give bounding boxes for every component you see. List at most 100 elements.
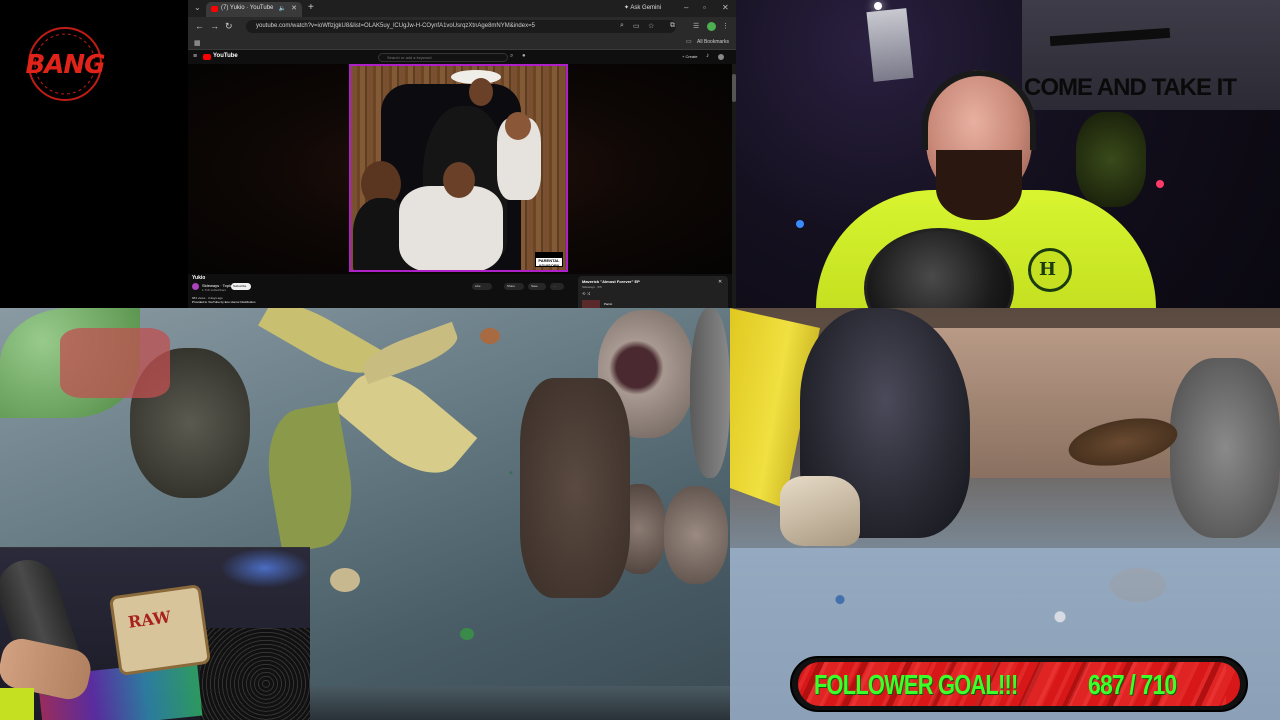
new-tab-icon[interactable]: + xyxy=(308,2,314,13)
cast-icon[interactable]: ▭ xyxy=(633,22,640,30)
video-title: Yukio xyxy=(192,275,206,281)
plant-leaf-2 xyxy=(332,354,478,492)
party-light-red xyxy=(1156,180,1164,188)
zoom-icon[interactable]: ⌕ xyxy=(620,22,624,30)
ask-gemini-label: Ask Gemini xyxy=(630,5,662,11)
kebab-menu-icon[interactable]: ⋮ xyxy=(722,22,729,30)
rock-pile xyxy=(1170,358,1280,538)
bang-logo: BANG xyxy=(22,24,108,104)
browser-window: ⌄ (7) Yukio · YouTube 🔈 ✕ + ✦ Ask Gemini… xyxy=(188,0,736,308)
browser-toolbar: ← → ↻ youtube.com/watch?v=ioWflzjgkU8&li… xyxy=(188,17,736,36)
apps-grid-icon[interactable]: ▦ xyxy=(194,39,201,47)
cover-face-baby xyxy=(505,112,531,140)
share-label: Share xyxy=(507,284,516,288)
youtube-search-input[interactable]: Search or add a keyword xyxy=(378,53,508,62)
shirt-logo-mark: H xyxy=(1039,259,1057,280)
rgb-glow xyxy=(220,548,310,588)
headset xyxy=(922,70,1036,150)
playlist-item-title[interactable]: Parrot xyxy=(604,302,612,306)
bookmarks-bar: ▦ ▭ All Bookmarks xyxy=(188,36,736,50)
video-info-panel: Yukio Sideways · Topic 1.71K subscribers… xyxy=(188,274,576,308)
youtube-header: ≡ YouTube Search or add a keyword ⌕ ● + … xyxy=(188,51,736,64)
search-placeholder: Search or add a keyword xyxy=(387,55,432,60)
cover-face-adult xyxy=(469,78,493,106)
save-label: Save xyxy=(531,284,538,288)
forward-icon[interactable]: → xyxy=(210,21,219,31)
address-bar[interactable]: youtube.com/watch?v=ioWflzjgkU8&list=OLA… xyxy=(246,20,676,33)
back-icon[interactable]: ← xyxy=(195,21,204,31)
tab-bar: ⌄ (7) Yukio · YouTube 🔈 ✕ + ✦ Ask Gemini… xyxy=(188,0,736,17)
cover-white-suit-child xyxy=(399,186,503,270)
microphone-icon[interactable]: ● xyxy=(522,53,526,59)
video-description[interactable]: Provided to YouTube by Eco Humor Distrib… xyxy=(192,300,255,304)
rolling-tray xyxy=(108,583,212,677)
plant-leaf-3 xyxy=(258,402,362,554)
account-avatar[interactable] xyxy=(718,54,724,60)
flag-banner xyxy=(866,8,914,82)
youtube-logo-text[interactable]: YouTube xyxy=(213,53,238,59)
like-button[interactable]: Like xyxy=(472,283,492,290)
close-window-icon[interactable]: ✕ xyxy=(722,3,729,12)
youtube-logo-icon[interactable] xyxy=(203,54,211,60)
loop-shuffle-icon[interactable]: ⟲ ⤨ xyxy=(582,291,590,296)
extensions-icon[interactable]: ⧉ xyxy=(670,22,675,30)
gravel-orange xyxy=(480,328,500,344)
all-bookmarks-link[interactable]: All Bookmarks xyxy=(697,39,729,45)
reload-icon[interactable]: ↻ xyxy=(225,21,233,32)
streamer-beard xyxy=(936,150,1022,220)
notifications-bell-icon[interactable]: ♪ xyxy=(706,53,709,59)
poster-text: COME AND TAKE IT xyxy=(1024,74,1237,101)
aquarium-rock-4 xyxy=(690,308,730,478)
search-icon[interactable]: ⌕ xyxy=(510,53,513,60)
pebble-pile xyxy=(520,378,630,598)
logo-text: BANG xyxy=(25,50,105,80)
playlist-panel: Maverick "Almost Forever" EP Sideways · … xyxy=(578,276,728,308)
goal-label: FOLLOWER GOAL!!! xyxy=(814,669,1018,700)
channel-avatar[interactable] xyxy=(192,283,199,290)
maximize-icon[interactable]: ▫ xyxy=(703,3,706,12)
webcam-feed: COME AND TAKE IT H xyxy=(736,0,1280,308)
explicit-text: PARENTAL ADVISORY xyxy=(538,258,560,268)
share-button[interactable]: Share xyxy=(504,283,524,290)
goal-progress-bar: FOLLOWER GOAL!!! 687 / 710 xyxy=(798,662,1240,706)
hamburger-menu-icon[interactable]: ≡ xyxy=(193,53,197,60)
aquarium-rock-3 xyxy=(664,486,728,584)
playlist-title[interactable]: Maverick "Almost Forever" EP xyxy=(582,279,640,284)
party-light-blue-2 xyxy=(796,220,804,228)
close-playlist-icon[interactable]: ✕ xyxy=(718,279,722,285)
desk-mat xyxy=(200,628,310,720)
cover-face-center-child xyxy=(443,162,475,198)
album-cover-art: PARENTAL ADVISORY xyxy=(349,64,568,272)
create-button[interactable]: + Create xyxy=(682,54,697,59)
url-text: youtube.com/watch?v=ioWflzjgkU8&list=OLA… xyxy=(256,23,535,29)
follower-goal-widget: FOLLOWER GOAL!!! 687 / 710 xyxy=(790,656,1248,712)
bookmark-star-icon[interactable]: ☆ xyxy=(648,22,654,30)
subscribe-button[interactable]: Subscribe xyxy=(231,283,251,290)
tab-youtube[interactable]: (7) Yukio · YouTube 🔈 ✕ xyxy=(206,2,302,17)
save-button[interactable]: Save xyxy=(528,283,546,290)
skull-decoration xyxy=(1076,112,1146,207)
video-player[interactable]: PARENTAL ADVISORY xyxy=(188,64,732,274)
gravel-green xyxy=(460,628,474,640)
more-actions-button[interactable]: ... xyxy=(550,283,564,290)
more-actions-label: ... xyxy=(553,284,556,288)
desk-cam-inset: RAW xyxy=(0,547,310,720)
subscriber-count: 1.71K subscribers xyxy=(202,288,227,292)
playlist-subtitle: Sideways · 5/5 xyxy=(582,285,602,289)
shirt-sleeve xyxy=(0,688,34,720)
ceiling-light xyxy=(874,2,882,10)
ask-gemini-button[interactable]: ✦ Ask Gemini xyxy=(624,4,661,11)
shell-piece xyxy=(330,568,360,592)
close-tab-icon[interactable]: ✕ xyxy=(291,4,297,12)
speaker-icon[interactable]: 🔈 xyxy=(279,5,286,12)
shirt-logo: H xyxy=(1028,248,1072,292)
parental-advisory-label: PARENTAL ADVISORY xyxy=(535,252,563,268)
minimize-icon[interactable]: – xyxy=(684,3,688,12)
goal-count: 687 / 710 xyxy=(1088,669,1177,700)
tab-search-icon[interactable]: ⌄ xyxy=(194,3,201,12)
folder-icon: ▭ xyxy=(686,39,692,45)
youtube-favicon-icon xyxy=(211,6,218,12)
playlist-item-thumbnail[interactable] xyxy=(582,300,600,308)
profile-avatar[interactable] xyxy=(707,22,716,31)
reading-list-icon[interactable]: ☰ xyxy=(693,22,699,30)
